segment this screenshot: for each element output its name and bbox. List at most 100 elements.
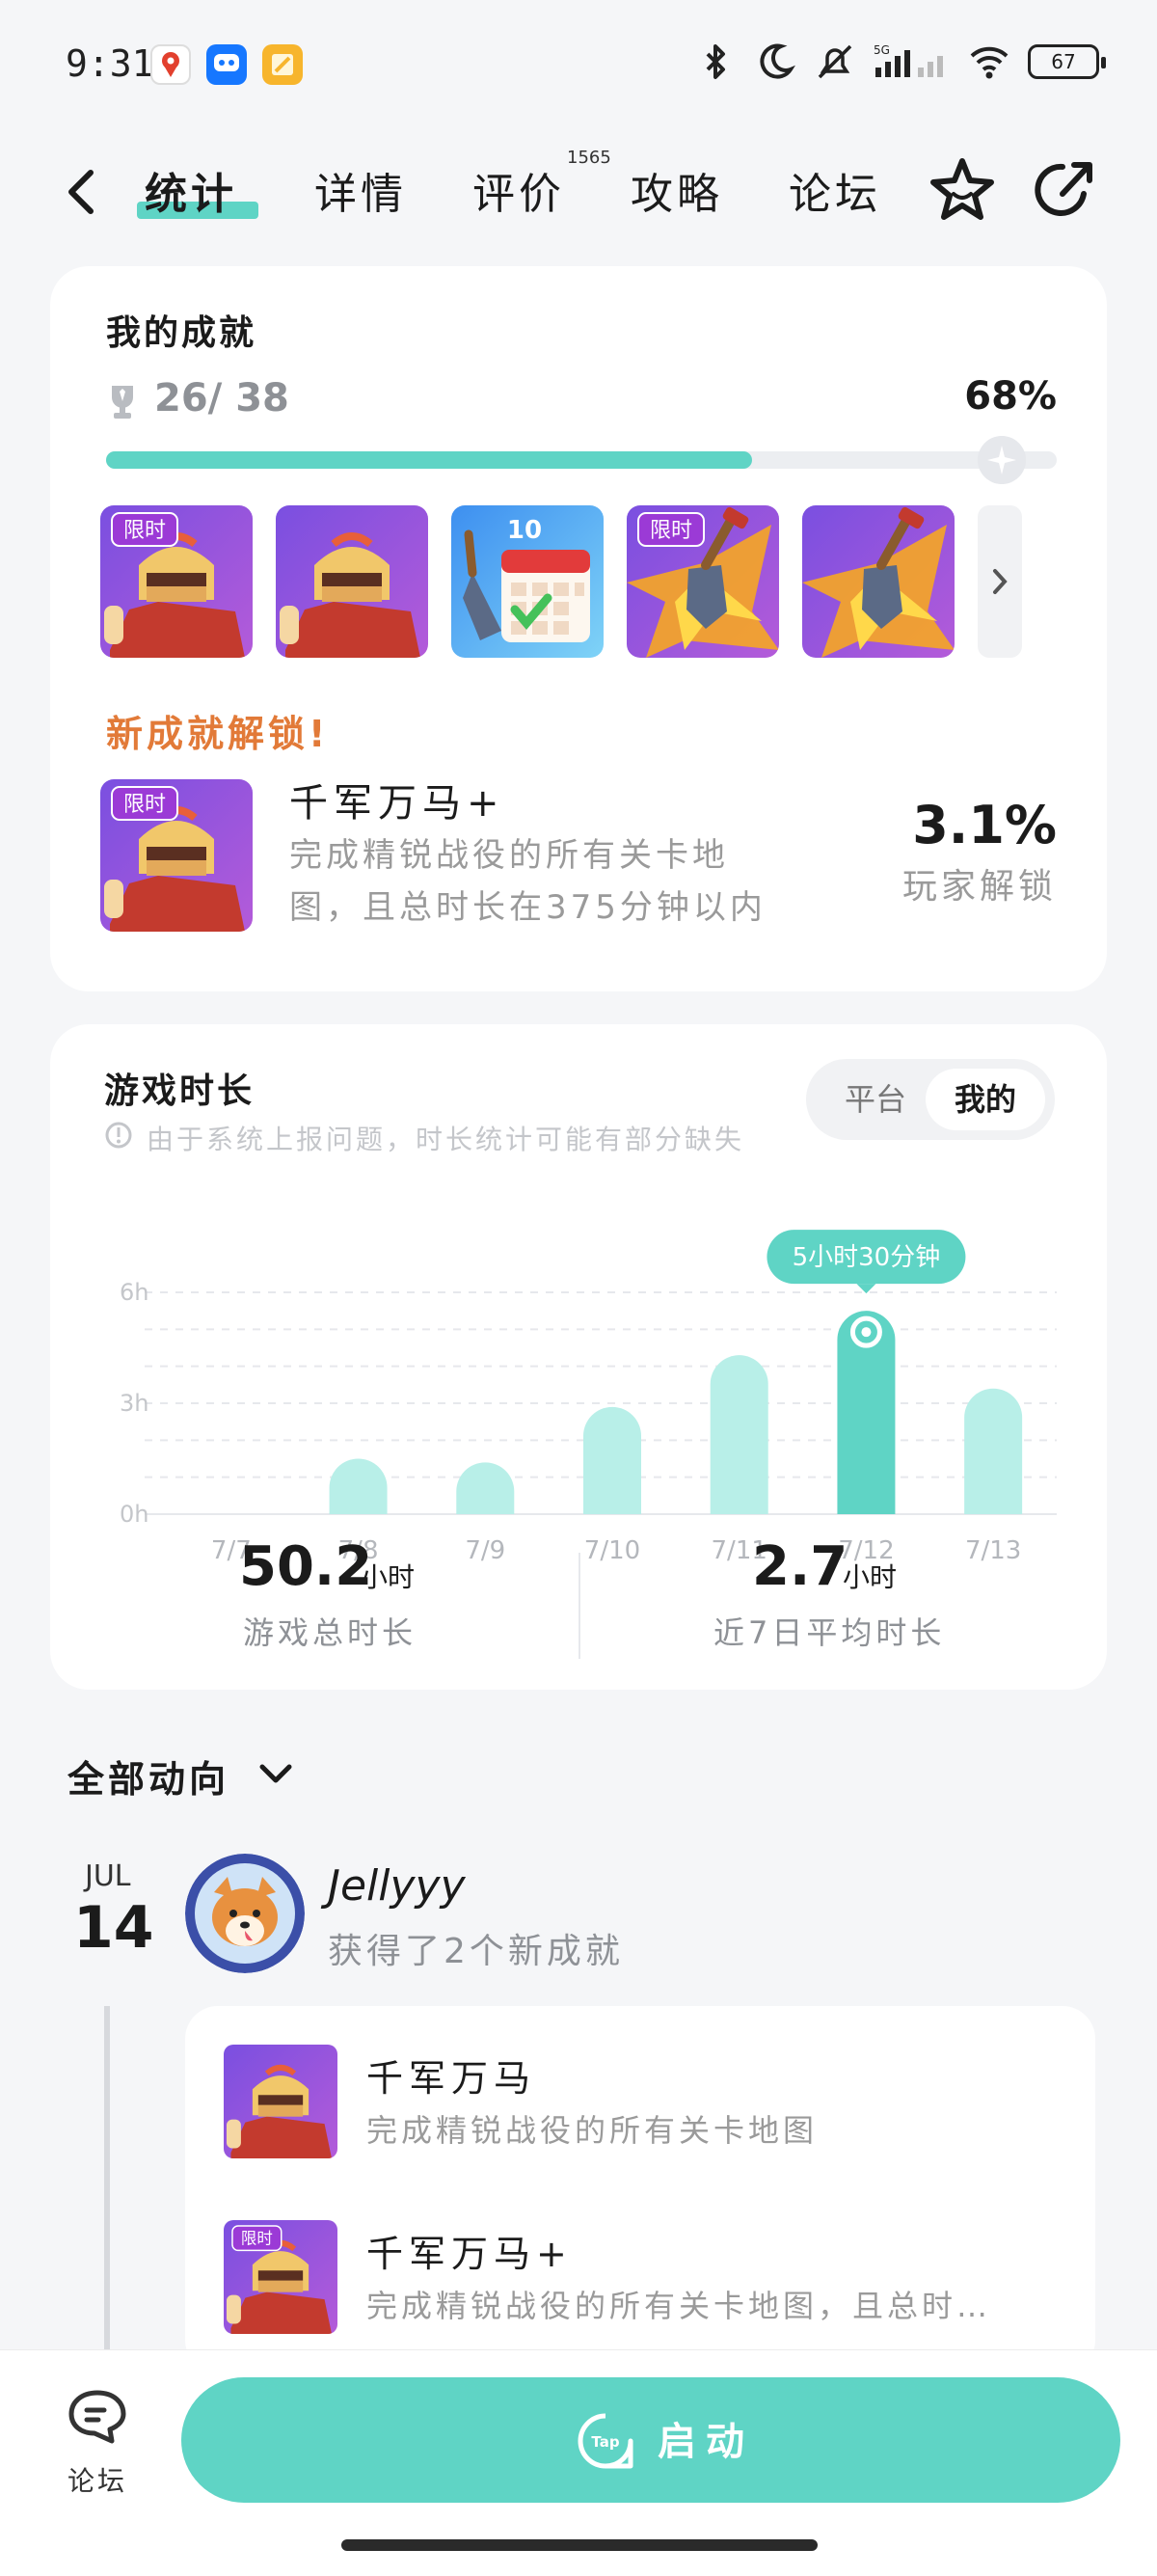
tab-guides[interactable]: 攻略 <box>631 159 723 221</box>
x-tick-label: 7/9 <box>465 1536 505 1565</box>
new-unlock-title: 新成就解锁! <box>106 713 330 755</box>
y-tick-label: 3h <box>120 1390 148 1417</box>
playtime-card: 游戏时长 平台 我的 由于系统上报问题，时长统计可能有部分缺失 0h 3h 6h 7/… <box>50 1024 1107 1690</box>
user-activity-text: 获得了2个新成就 <box>328 1932 624 1971</box>
bar-7/9[interactable] <box>456 1462 515 1514</box>
chevron-down-icon[interactable] <box>256 1759 295 1788</box>
network-type-label: 5G <box>874 43 890 57</box>
notes-app-notification-icon <box>262 44 303 85</box>
battery-indicator: 67 <box>1028 44 1106 79</box>
signal-icon: 5G <box>874 43 943 77</box>
favorite-star-button[interactable] <box>928 155 997 225</box>
forum-icon[interactable] <box>66 2387 129 2447</box>
tap-launch-icon: Tap <box>578 2413 633 2469</box>
status-bar: 9:31 5G 67 <box>0 0 1157 125</box>
achievement-progress-bar <box>106 451 1057 469</box>
bar-highlight-dot <box>861 1327 872 1338</box>
achievement-badge-3[interactable]: 10 <box>451 505 604 658</box>
average-playtime-label: 近7日平均时长 <box>713 1614 946 1651</box>
y-tick-label: 6h <box>120 1279 148 1306</box>
new-unlock-description: 完成精锐战役的所有关卡地 图，且总时长在375分钟以内 <box>289 829 829 934</box>
achievement-title: 我的成就 <box>106 313 257 353</box>
tab-details[interactable]: 详情 <box>314 159 407 221</box>
chevron-right-icon <box>993 569 1008 594</box>
x-tick-label: 7/10 <box>584 1536 640 1565</box>
playtime-bar-chart: 0h3h6h7/7 7/8 7/9 7/10 7/115小时30分钟7/12 7/13 <box>120 1230 1057 1565</box>
toggle-mine[interactable]: 我的 <box>926 1069 1045 1130</box>
playtime-source-toggle: 平台 我的 <box>806 1059 1055 1140</box>
activity-achievements-card[interactable]: 千军万马 完成精锐战役的所有关卡地图 限时 千军万马+ 完成精锐战役的所有关卡地… <box>185 2006 1095 2373</box>
achievement-badge-4[interactable]: 限时 <box>627 505 779 658</box>
moon-icon <box>760 43 795 79</box>
bar-7/8[interactable] <box>329 1458 388 1515</box>
activity-item-1-badge <box>224 2045 337 2158</box>
home-indicator <box>341 2539 818 2551</box>
review-count-badge: 1565 <box>567 148 611 168</box>
bottom-action-bar: 论坛 Tap 启动 <box>0 2349 1157 2576</box>
tab-stats[interactable]: 统计 <box>145 159 237 221</box>
timeline-line <box>104 2006 110 2353</box>
x-tick-label: 7/13 <box>965 1536 1021 1565</box>
tab-forum[interactable]: 论坛 <box>789 159 881 221</box>
user-avatar[interactable] <box>185 1854 305 1973</box>
chart-tooltip-text: 5小时30分钟 <box>793 1243 941 1272</box>
playtime-title: 游戏时长 <box>104 1071 256 1111</box>
activity-item-1-name: 千军万马 <box>366 2057 537 2100</box>
achievement-card[interactable]: 我的成就 26/ 38 68% 新成就解锁! 限时 千军万马+ 完成精锐战役的所… <box>50 266 1107 991</box>
new-unlock-badge-image[interactable]: 限时 <box>100 779 253 932</box>
mute-bell-icon <box>818 44 852 79</box>
info-icon <box>105 1122 132 1149</box>
activity-date-month: JUL <box>85 1859 131 1893</box>
toggle-platform[interactable]: 平台 <box>825 1069 926 1130</box>
share-button[interactable] <box>1030 155 1099 225</box>
user-name[interactable]: Jellyyy <box>328 1861 466 1911</box>
achievement-badge-5[interactable] <box>802 505 955 658</box>
badges-more-button[interactable] <box>978 505 1022 658</box>
new-unlock-rate-label: 玩家解锁 <box>901 867 1057 907</box>
battery-level: 67 <box>1051 50 1076 73</box>
limited-label: 限时 <box>650 519 692 543</box>
bar-7/10[interactable] <box>583 1406 641 1514</box>
top-nav-bar: 统计 详情 评价 1565 攻略 论坛 <box>0 140 1157 246</box>
launch-button[interactable]: Tap 启动 <box>181 2377 1120 2503</box>
bar-7/11[interactable] <box>710 1355 768 1514</box>
back-button[interactable] <box>58 165 108 219</box>
achievement-badge-2[interactable] <box>276 505 428 658</box>
average-playtime-value: 2.7 <box>752 1535 848 1598</box>
limited-label: 限时 <box>123 519 166 543</box>
stats-divider <box>578 1553 580 1659</box>
progress-end-star-icon <box>978 436 1026 484</box>
total-playtime-unit: 小时 <box>361 1561 416 1593</box>
activity-item-2-badge: 限时 <box>224 2220 337 2334</box>
activity-item-2-desc: 完成精锐战役的所有关卡地图，且总时… <box>366 2288 992 2324</box>
new-unlock-name: 千军万马+ <box>289 781 505 826</box>
status-icons: 5G 67 <box>694 41 1106 83</box>
achievement-progress-fill <box>106 451 753 469</box>
forum-label[interactable]: 论坛 <box>67 2460 127 2499</box>
activity-item-2-name: 千军万马+ <box>366 2233 573 2275</box>
launch-label: 启动 <box>658 2420 754 2464</box>
activity-filter-dropdown[interactable]: 全部动向 <box>67 1749 229 1803</box>
total-playtime-label: 游戏总时长 <box>243 1614 417 1651</box>
trophy-icon <box>112 386 133 419</box>
y-tick-label: 0h <box>120 1501 148 1528</box>
activity-item-1-desc: 完成精锐战役的所有关卡地图 <box>366 2112 819 2149</box>
bar-7/12[interactable] <box>837 1311 896 1514</box>
map-app-notification-icon <box>150 44 191 85</box>
limited-label: 限时 <box>241 2230 273 2248</box>
badge-number: 10 <box>507 516 542 545</box>
achievement-percent: 68% <box>964 374 1057 419</box>
bluetooth-icon <box>706 44 725 79</box>
tab-reviews[interactable]: 评价 <box>472 159 565 221</box>
activity-date-day: 14 <box>73 1894 154 1962</box>
playtime-notice: 由于系统上报问题，时长统计可能有部分缺失 <box>147 1124 745 1155</box>
tap-label: Tap <box>591 2433 619 2451</box>
bar-7/13[interactable] <box>964 1388 1023 1514</box>
shopping-app-notification-icon <box>206 44 247 85</box>
limited-label: 限时 <box>123 793 166 817</box>
achievement-count: 26/ 38 <box>154 376 289 420</box>
average-playtime-unit: 小时 <box>843 1561 898 1593</box>
achievement-badge-1[interactable]: 限时 <box>100 505 253 658</box>
wifi-icon <box>970 46 1009 79</box>
total-playtime-value: 50.2 <box>239 1535 373 1598</box>
